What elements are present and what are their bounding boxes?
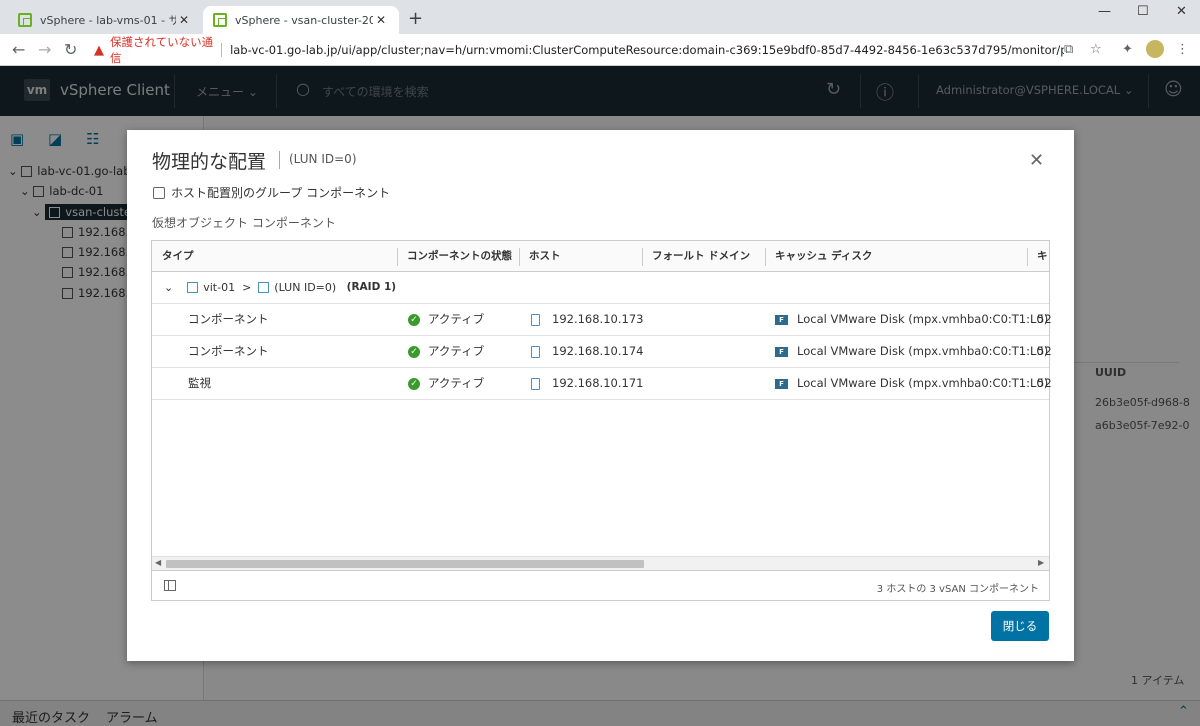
url-text[interactable]: lab-vc-01.go-lab.jp/ui/app/cluster;nav=h… [230, 43, 1064, 57]
maximize-icon[interactable]: ☐ [1137, 4, 1149, 19]
cell-host[interactable]: 192.168.10.171 [552, 368, 643, 399]
object-group-row[interactable]: ⌄ vit-01 > (LUN ID=0) (RAID 1) [152, 272, 1049, 304]
bookmark-star-icon[interactable]: ☆ [1090, 42, 1102, 57]
group-by-host-checkbox[interactable]: ホスト配置別のグループ コンポーネント [153, 184, 390, 201]
component-count: 3 ホストの 3 vSAN コンポーネント [876, 584, 1039, 595]
flash-disk-icon: F [775, 314, 788, 325]
checkbox-label: ホスト配置別のグループ コンポーネント [171, 186, 391, 200]
flash-disk-icon: F [775, 346, 788, 357]
warning-icon: ▲ [94, 42, 104, 58]
table-row[interactable]: コンポーネント ✓ アクティブ 192.168.10.173 F Local VMw… [152, 304, 1052, 336]
cell-cache-disk: Local VMware Disk (mpx.vmhba0:C0:T1:L0) [797, 344, 1049, 358]
browser-menu-icon[interactable]: ⋮ [1176, 42, 1189, 57]
checkbox-box[interactable] [153, 186, 165, 199]
scroll-left-icon[interactable]: ◀ [155, 558, 161, 567]
tab-title: vSphere - lab-vms-01 - サマリ [40, 14, 176, 27]
table-row[interactable]: 監視 ✓ アクティブ 192.168.10.171 F Local VMware D… [152, 368, 1052, 400]
close-button[interactable]: 閉じる [991, 611, 1049, 641]
column-header-type[interactable]: タイプ [152, 241, 397, 272]
host-icon [531, 345, 540, 358]
status-ok-icon: ✓ [408, 313, 420, 326]
tab-title: vSphere - vsan-cluster-2020122 [235, 13, 373, 27]
tab-close-icon[interactable]: ✕ [373, 13, 389, 27]
cell-capacity-disk: 52 [1037, 376, 1052, 390]
reload-icon[interactable]: ↻ [64, 40, 77, 59]
grid-footer: 3 ホストの 3 vSAN コンポーネント [152, 570, 1049, 600]
dialog-subtitle: (LUN ID=0) [289, 152, 357, 166]
vm-icon [187, 282, 199, 293]
address-bar: ← → ↻ ▲ 保護されていない通信 lab-vc-01.go-lab.jp/u… [0, 34, 1200, 66]
table-row[interactable]: コンポーネント ✓ アクティブ 192.168.10.174 F Local VMw… [152, 336, 1052, 368]
cell-host[interactable]: 192.168.10.173 [552, 304, 643, 335]
chevron-right-icon: > [242, 281, 252, 294]
section-label: 仮想オブジェクト コンポーネント [152, 216, 336, 230]
scroll-right-icon[interactable]: ▶ [1038, 558, 1044, 567]
components-grid: タイプ コンポーネントの状態 ホスト フォールト ドメイン キャッシュ ディスク… [151, 240, 1052, 601]
vsphere-favicon-icon [18, 13, 32, 27]
browser-tab-vms[interactable]: vSphere - lab-vms-01 - サマリ ✕ [8, 6, 202, 34]
column-header-host[interactable]: ホスト [519, 241, 642, 272]
column-header-capacity-disk[interactable]: キ [1027, 241, 1049, 272]
cell-type: コンポーネント [188, 344, 269, 358]
cell-cache-disk: Local VMware Disk (mpx.vmhba0:C0:T1:L0) [797, 376, 1049, 390]
dialog-title: 物理的な配置 [152, 151, 267, 173]
window-close-icon[interactable]: ✕ [1176, 4, 1187, 19]
cell-state: アクティブ [428, 312, 485, 326]
host-icon [531, 377, 540, 390]
cell-type: コンポーネント [188, 312, 269, 326]
raid-label: (RAID 1) [346, 281, 397, 293]
horizontal-scrollbar[interactable]: ◀ ▶ [152, 556, 1049, 570]
cell-capacity-disk: 52 [1037, 344, 1052, 358]
translate-icon[interactable]: ⧉ [1064, 42, 1073, 57]
forward-icon[interactable]: → [38, 40, 51, 59]
profile-avatar[interactable] [1146, 40, 1164, 58]
url-field[interactable]: ▲ 保護されていない通信 lab-vc-01.go-lab.jp/ui/app/… [94, 35, 1064, 65]
vsphere-favicon-icon [213, 13, 227, 27]
new-tab-button[interactable]: + [408, 8, 423, 29]
cell-state: アクティブ [428, 344, 485, 358]
status-ok-icon: ✓ [408, 377, 420, 390]
back-icon[interactable]: ← [12, 40, 25, 59]
status-ok-icon: ✓ [408, 345, 420, 358]
flash-disk-icon: F [775, 378, 788, 389]
column-toggle-icon[interactable] [164, 580, 176, 591]
column-header-fault-domain[interactable]: フォールト ドメイン [642, 241, 765, 272]
vm-name: vit-01 [203, 281, 236, 294]
tab-close-icon[interactable]: ✕ [176, 13, 192, 27]
scrollbar-thumb[interactable] [166, 560, 644, 568]
column-header-cache-disk[interactable]: キャッシュ ディスク [765, 241, 1027, 272]
close-icon[interactable]: ✕ [1029, 150, 1044, 171]
browser-tab-vsan-cluster[interactable]: vSphere - vsan-cluster-2020122 ✕ [203, 6, 399, 34]
physical-placement-dialog: 物理的な配置 (LUN ID=0) ✕ ホスト配置別のグループ コンポーネント … [127, 130, 1074, 661]
disk-object-icon [258, 282, 270, 293]
column-header-state[interactable]: コンポーネントの状態 [397, 241, 519, 272]
minimize-icon[interactable]: — [1098, 4, 1111, 19]
chevron-down-icon[interactable]: ⌄ [164, 272, 173, 303]
object-name: (LUN ID=0) [274, 281, 337, 294]
host-icon [531, 313, 540, 326]
extensions-icon[interactable]: ✦ [1122, 42, 1133, 57]
cell-cache-disk: Local VMware Disk (mpx.vmhba0:C0:T1:L0) [797, 312, 1049, 326]
cell-type: 監視 [188, 376, 211, 390]
insecure-warning[interactable]: 保護されていない通信 [110, 34, 213, 66]
browser-tab-bar: vSphere - lab-vms-01 - サマリ ✕ vSphere - v… [0, 0, 1200, 34]
cell-host[interactable]: 192.168.10.174 [552, 336, 643, 367]
cell-capacity-disk: 52 [1037, 312, 1052, 326]
cell-state: アクティブ [428, 376, 485, 390]
grid-header: タイプ コンポーネントの状態 ホスト フォールト ドメイン キャッシュ ディスク… [152, 241, 1049, 272]
